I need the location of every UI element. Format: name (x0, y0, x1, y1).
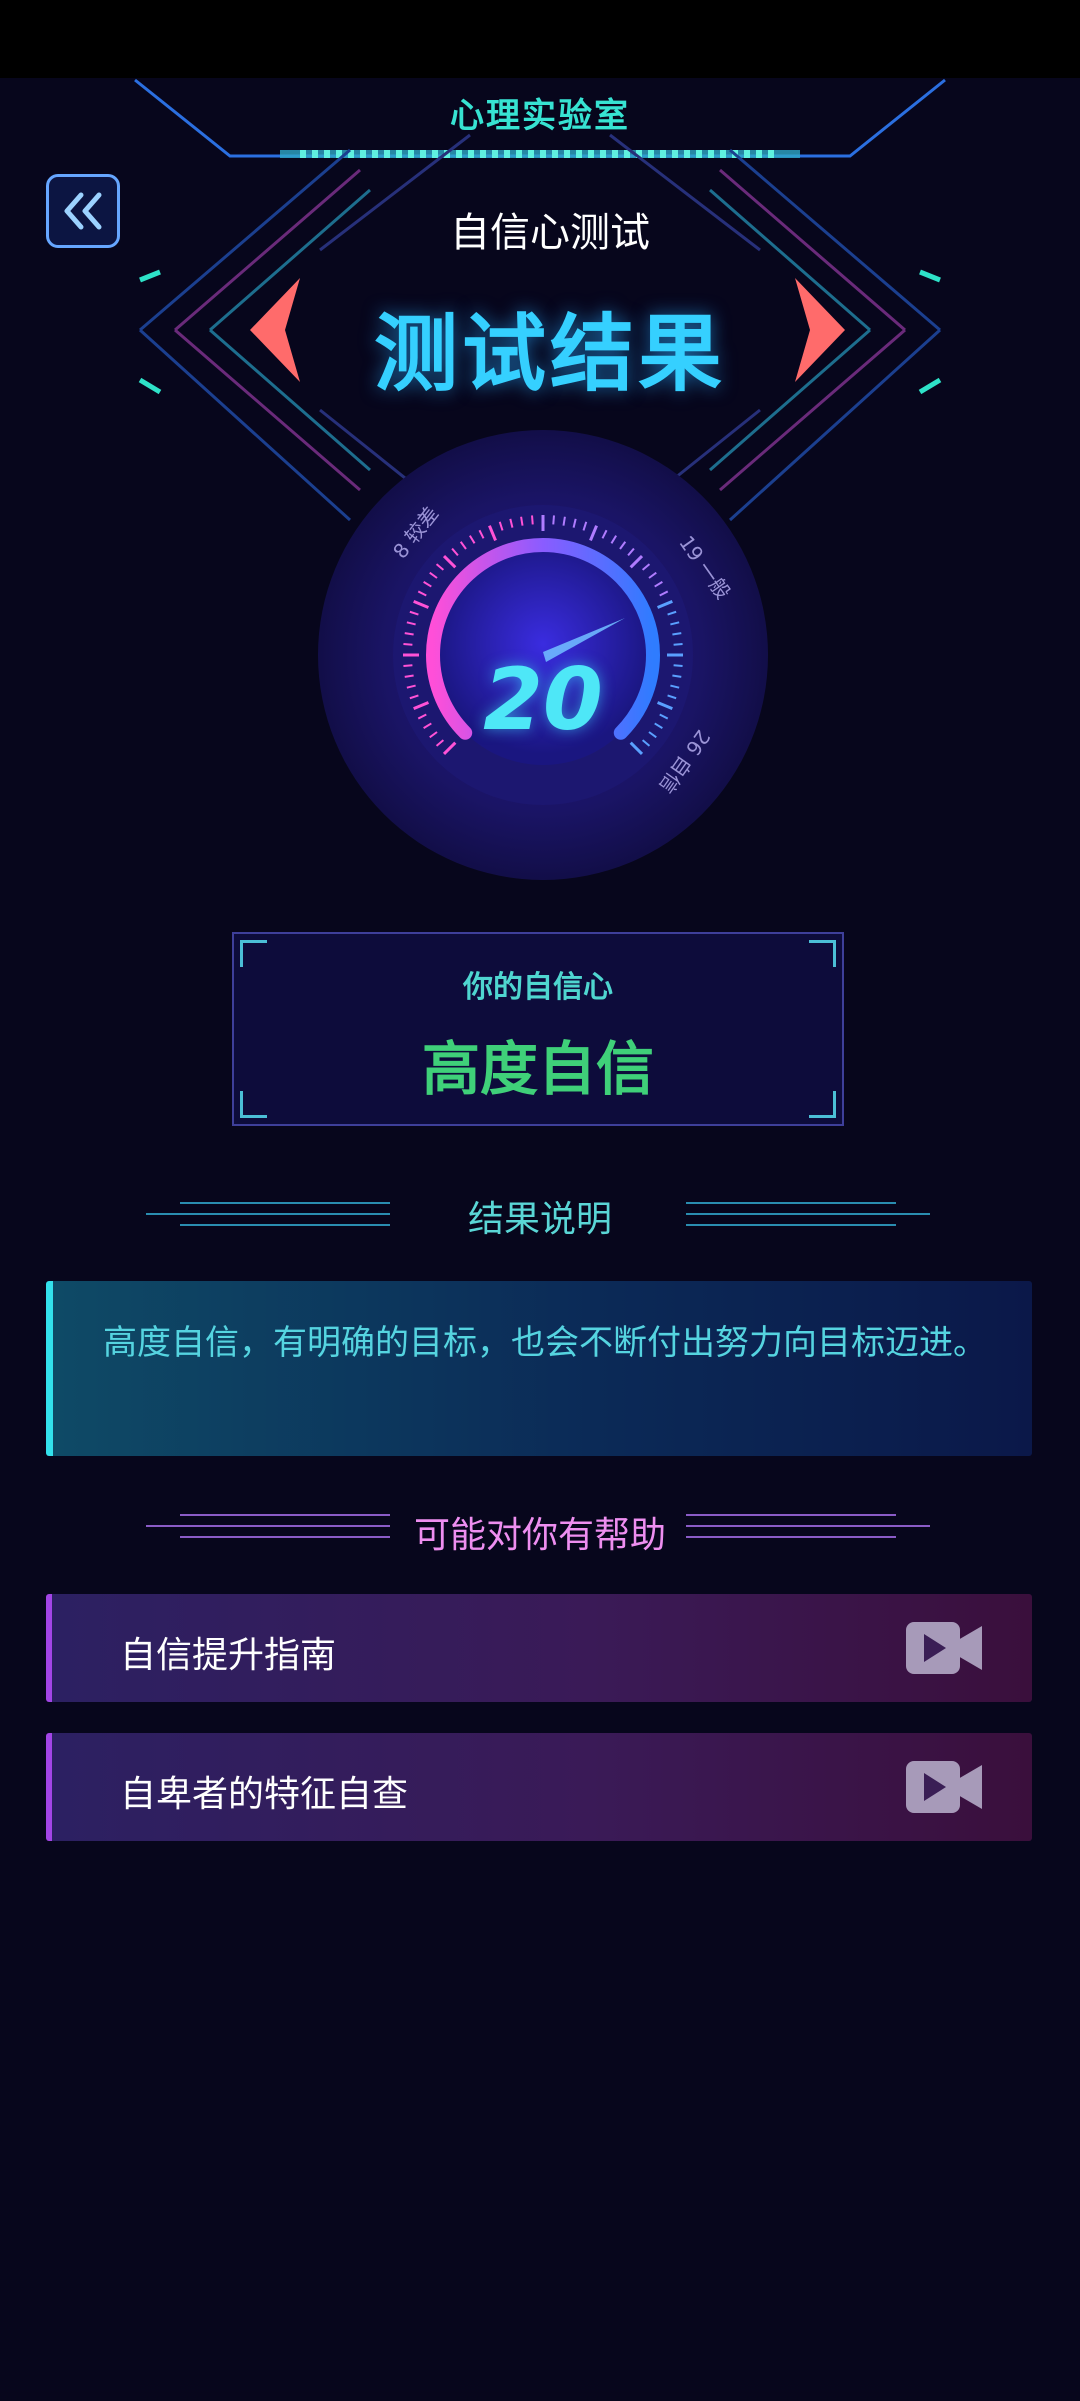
gauge-tick (562, 516, 566, 526)
result-card: 你的自信心 高度自信 (232, 932, 844, 1126)
test-name: 自信心测试 (450, 210, 650, 256)
result-label: 你的自信心 (463, 970, 613, 1005)
gauge-tick (552, 515, 555, 525)
result-level: 高度自信 (421, 1035, 654, 1103)
gauge-tick (672, 632, 682, 636)
status-bar (0, 0, 1080, 78)
gauge-tick (403, 643, 413, 646)
gauge-tick (520, 516, 524, 526)
gauge-tick (673, 643, 683, 646)
help-item-self-check[interactable]: 自卑者的特征自查 (46, 1733, 1032, 1841)
video-camera-icon (906, 1761, 982, 1813)
explanation-card: 高度自信，有明确的目标，也会不断付出努力向目标迈进。 (46, 1281, 1032, 1456)
section-divider-right (686, 1200, 936, 1230)
gauge-tick (531, 515, 534, 525)
explanation-text: 高度自信，有明确的目标，也会不断付出努力向目标迈进。 (103, 1323, 987, 1363)
video-camera-icon (906, 1622, 982, 1674)
lab-title: 心理实验室 (450, 96, 630, 136)
help-item-label: 自卑者的特征自查 (120, 1774, 409, 1815)
help-item-label: 自信提升指南 (120, 1635, 337, 1676)
help-item-confidence-guide[interactable]: 自信提升指南 (46, 1594, 1032, 1702)
page-title: 测试结果 (373, 305, 726, 403)
gauge-tick (404, 632, 414, 636)
section-divider-right (686, 1512, 936, 1542)
